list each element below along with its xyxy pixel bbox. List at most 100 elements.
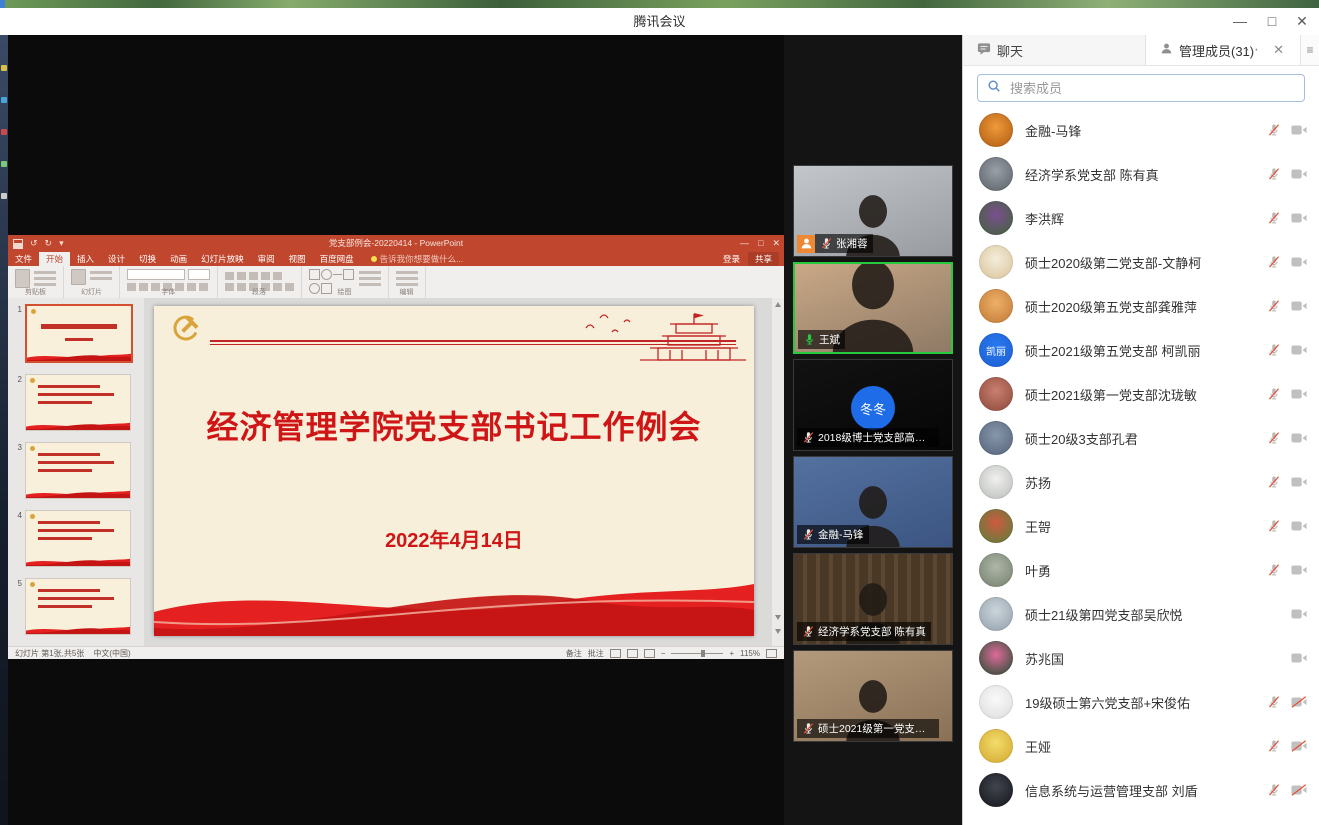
video-tile-2[interactable]: 王斌 [793, 262, 953, 354]
reading-view-icon[interactable] [644, 649, 655, 658]
ppt-tab-8[interactable]: 视图 [282, 252, 313, 266]
member-list[interactable]: 金融-马锋 经济学系党支部 陈有真 李洪辉 硕士2020级 [963, 106, 1319, 812]
minimize-button[interactable]: — [1225, 8, 1255, 35]
slide-thumbnail-4[interactable] [25, 510, 131, 567]
panel-close-icon[interactable]: ✕ [1273, 35, 1284, 65]
member-row[interactable]: 硕士2020级第二党支部-文静柯 [963, 240, 1319, 284]
mic-muted-icon[interactable] [1267, 167, 1281, 181]
ppt-minimize-icon[interactable]: — [740, 235, 749, 252]
video-tile-6[interactable]: 硕士2021级第一党支部... [793, 650, 953, 742]
ppt-maximize-icon[interactable]: □ [758, 235, 763, 252]
tell-me-box[interactable]: 告诉我你想要做什么... [371, 252, 464, 266]
member-row[interactable]: 硕士2020级第五党支部龚雅萍 [963, 284, 1319, 328]
mic-muted-icon[interactable] [1267, 431, 1281, 445]
member-row[interactable]: 王娅 [963, 724, 1319, 768]
mic-muted-icon[interactable] [1267, 255, 1281, 269]
video-tile-1[interactable]: 张湘蓉 [793, 165, 953, 257]
ppt-tab-9[interactable]: 百度网盘 [313, 252, 361, 266]
sign-in-link[interactable]: 登录 [723, 253, 740, 265]
camera-off-icon[interactable] [1291, 124, 1307, 136]
camera-off-icon[interactable] [1291, 344, 1307, 356]
slide-sorter-view-icon[interactable] [627, 649, 638, 658]
camera-off-icon[interactable] [1291, 564, 1307, 576]
ppt-tab-7[interactable]: 审阅 [251, 252, 282, 266]
normal-view-icon[interactable] [610, 649, 621, 658]
video-tile-5[interactable]: 经济学系党支部 陈有真 [793, 553, 953, 645]
hamburger-icon[interactable]: ≡ [1306, 43, 1313, 57]
slide-thumbnail-5[interactable] [25, 578, 131, 635]
ppt-tab-1[interactable]: 开始 [39, 252, 70, 266]
slide-thumbnail-panel[interactable]: 1 2 3 4 5 [8, 298, 144, 646]
camera-muted-icon[interactable] [1291, 784, 1307, 796]
camera-off-icon[interactable] [1291, 652, 1307, 664]
member-row[interactable]: 硕士20级3支部孔君 [963, 416, 1319, 460]
member-row[interactable]: 叶勇 [963, 548, 1319, 592]
video-tile-3[interactable]: 冬冬 2018级博士党支部高冬冬 [793, 359, 953, 451]
member-row[interactable]: 李洪辉 [963, 196, 1319, 240]
member-row[interactable]: 硕士2021级第一党支部沈珑敏 [963, 372, 1319, 416]
ribbon-group-5[interactable]: 编辑 [389, 266, 426, 298]
member-row[interactable]: 凯丽 硕士2021级第五党支部 柯凯丽 [963, 328, 1319, 372]
camera-muted-icon[interactable] [1291, 696, 1307, 708]
mic-muted-icon[interactable] [1267, 211, 1281, 225]
ppt-tab-file[interactable]: 文件 [8, 252, 39, 266]
more-options-icon[interactable]: ⋯ [1245, 35, 1260, 65]
camera-off-icon[interactable] [1291, 256, 1307, 268]
member-row[interactable]: 19级硕士第六党支部+宋俊佑 [963, 680, 1319, 724]
ppt-tab-2[interactable]: 插入 [70, 252, 101, 266]
slide-scrollbar[interactable] [772, 298, 784, 646]
member-row[interactable]: 苏扬 [963, 460, 1319, 504]
camera-off-icon[interactable] [1291, 212, 1307, 224]
close-button[interactable]: ✕ [1287, 8, 1317, 35]
mic-muted-icon[interactable] [1267, 563, 1281, 577]
ribbon-group-1[interactable]: 幻灯片 [64, 266, 120, 298]
mic-muted-icon[interactable] [1267, 475, 1281, 489]
ppt-tab-3[interactable]: 设计 [101, 252, 132, 266]
maximize-button[interactable]: □ [1257, 8, 1287, 35]
ribbon-group-4[interactable]: 绘图 [302, 266, 389, 298]
ribbon-group-3[interactable]: 段落 [218, 266, 302, 298]
zoom-level[interactable]: 115% [740, 649, 760, 658]
mic-muted-icon[interactable] [1267, 695, 1281, 709]
ppt-tab-6[interactable]: 幻灯片放映 [194, 252, 251, 266]
zoom-slider[interactable] [671, 653, 723, 654]
notes-button[interactable]: 备注 [566, 648, 582, 659]
zoom-out-icon[interactable]: − [661, 649, 666, 658]
next-slide-icon[interactable] [775, 629, 781, 634]
previous-slide-icon[interactable] [775, 615, 781, 620]
comments-button[interactable]: 批注 [588, 648, 604, 659]
mic-muted-icon[interactable] [1267, 783, 1281, 797]
member-row[interactable]: 信息系统与运营管理支部 刘盾 [963, 768, 1319, 812]
search-input[interactable] [1008, 80, 1295, 97]
member-row[interactable]: 王哿 [963, 504, 1319, 548]
member-row[interactable]: 硕士21级第四党支部吴欣悦 [963, 592, 1319, 636]
camera-off-icon[interactable] [1291, 520, 1307, 532]
camera-off-icon[interactable] [1291, 388, 1307, 400]
member-row[interactable]: 金融-马锋 [963, 108, 1319, 152]
camera-off-icon[interactable] [1291, 300, 1307, 312]
mic-muted-icon[interactable] [1267, 123, 1281, 137]
camera-off-icon[interactable] [1291, 476, 1307, 488]
mic-muted-icon[interactable] [1267, 519, 1281, 533]
mic-muted-icon[interactable] [1267, 387, 1281, 401]
mic-muted-icon[interactable] [1267, 299, 1281, 313]
camera-off-icon[interactable] [1291, 432, 1307, 444]
language-indicator[interactable]: 中文(中国) [93, 648, 130, 659]
slide-thumbnail-1[interactable] [25, 304, 133, 363]
ppt-close-icon[interactable]: ✕ [772, 235, 780, 252]
camera-off-icon[interactable] [1291, 608, 1307, 620]
tab-chat[interactable]: 聊天 [963, 35, 1146, 65]
slide-thumbnail-2[interactable] [25, 374, 131, 431]
camera-muted-icon[interactable] [1291, 740, 1307, 752]
ribbon-group-0[interactable]: 剪贴板 [8, 266, 64, 298]
scroll-up-icon[interactable] [775, 302, 781, 307]
fit-slide-icon[interactable] [766, 649, 777, 658]
ppt-tab-4[interactable]: 切换 [132, 252, 163, 266]
ribbon-group-2[interactable]: 字体 [120, 266, 218, 298]
video-tile-4[interactable]: 金融-马锋 [793, 456, 953, 548]
tab-members[interactable]: 管理成员(31) ⋯ ✕ [1146, 35, 1300, 65]
search-box[interactable] [977, 74, 1305, 102]
mic-muted-icon[interactable] [1267, 343, 1281, 357]
member-row[interactable]: 经济学系党支部 陈有真 [963, 152, 1319, 196]
ppt-window-controls[interactable]: — □ ✕ [740, 235, 780, 252]
